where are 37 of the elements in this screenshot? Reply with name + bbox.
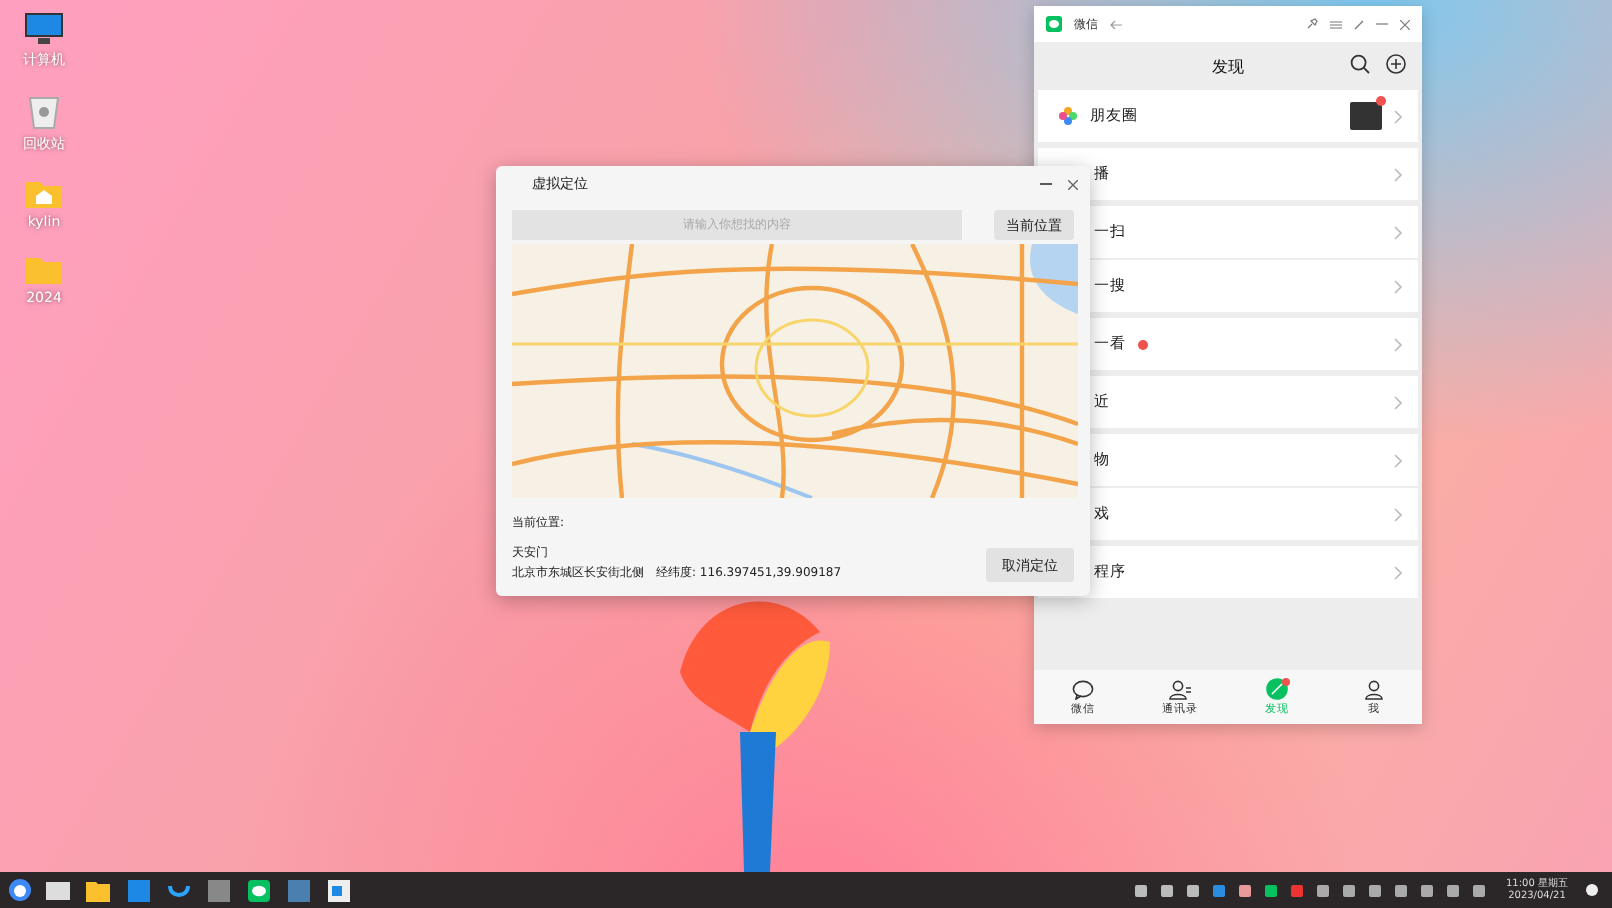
compass-icon — [1265, 678, 1288, 700]
chevron-icon — [1394, 337, 1402, 351]
add-icon[interactable] — [1386, 54, 1406, 74]
app-icon[interactable] — [327, 879, 349, 901]
monitor-icon — [24, 12, 64, 46]
close-icon[interactable] — [1068, 179, 1078, 189]
brightness-icon[interactable] — [1580, 880, 1604, 900]
search-icon[interactable] — [1350, 54, 1370, 74]
notification-dot — [1376, 96, 1386, 106]
chat-app-icon[interactable] — [247, 879, 269, 901]
trash-icon — [28, 94, 60, 130]
home-folder-icon — [24, 178, 64, 210]
back-arrow-icon[interactable] — [1110, 19, 1122, 29]
chevron-icon — [1394, 453, 1402, 467]
chat-bubble-icon — [1071, 679, 1094, 699]
pin-icon[interactable] — [1306, 18, 1318, 30]
notification-dot — [1138, 339, 1148, 349]
chevron-icon — [1394, 565, 1402, 579]
person-icon — [1167, 679, 1192, 699]
moments-icon — [1058, 106, 1078, 126]
start-menu-icon[interactable] — [8, 878, 32, 902]
page-title: 发现 — [1212, 55, 1244, 77]
chevron-icon — [1394, 225, 1402, 239]
minimize-icon[interactable] — [1040, 182, 1052, 186]
chevron-icon — [1394, 167, 1402, 181]
chevron-icon — [1394, 279, 1402, 293]
chevron-icon — [1394, 109, 1402, 123]
close-icon[interactable] — [1400, 19, 1410, 29]
app-logo-icon — [1046, 16, 1062, 32]
maximize-icon[interactable] — [1354, 19, 1364, 29]
window-icon[interactable] — [46, 881, 70, 899]
folder-icon[interactable] — [86, 879, 110, 901]
notification-dot — [1281, 678, 1290, 686]
person-icon — [1363, 679, 1384, 699]
chevron-icon — [1394, 395, 1402, 409]
chevron-icon — [1394, 507, 1402, 521]
folder-icon — [24, 254, 64, 286]
